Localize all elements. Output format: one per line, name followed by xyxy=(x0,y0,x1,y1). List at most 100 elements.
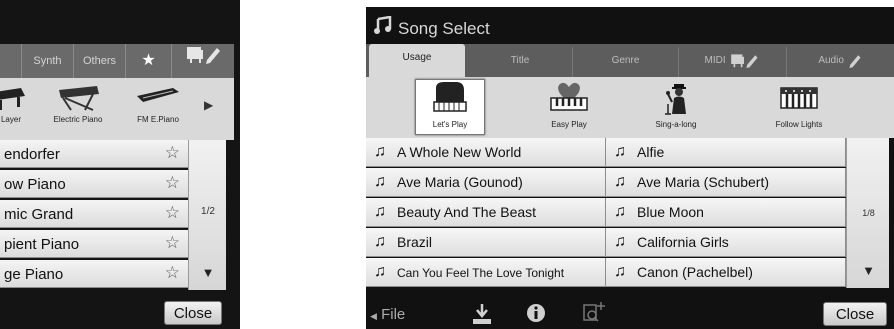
close-button[interactable]: Close xyxy=(164,301,222,325)
page-title: Song Select xyxy=(374,15,490,40)
category-lets-play[interactable]: Let's Play xyxy=(415,79,485,135)
song-name: Alfie xyxy=(637,144,665,160)
tab-genre[interactable]: Genre xyxy=(573,47,679,77)
page-indicator: 1/2 xyxy=(201,206,215,217)
star-icon[interactable]: ☆ xyxy=(165,233,180,253)
category-fm-epiano[interactable]: FM E.Piano xyxy=(126,82,190,124)
electric-piano-icon xyxy=(59,86,99,111)
info-icon[interactable] xyxy=(526,303,546,328)
tab-synth[interactable]: Synth xyxy=(22,44,74,78)
piano-pencil-icon xyxy=(187,47,220,64)
list-item[interactable]: ♫ Alfie xyxy=(606,138,846,167)
heart-keyboard-icon xyxy=(550,82,588,111)
music-note-icon: ♫ xyxy=(374,263,386,280)
category-follow-lights[interactable]: Follow Lights xyxy=(754,80,844,129)
song-name: Brazil xyxy=(397,234,433,250)
category-label: Follow Lights xyxy=(775,120,823,129)
song-name: Canon (Pachelbel) xyxy=(637,264,753,280)
category-easy-play[interactable]: Easy Play xyxy=(529,80,609,129)
grand-piano-icon xyxy=(0,88,25,110)
music-note-icon: ♫ xyxy=(374,173,386,190)
file-button[interactable]: ◀ File xyxy=(370,306,405,323)
voice-name: ow Piano xyxy=(4,176,66,193)
star-icon[interactable]: ☆ xyxy=(165,263,180,283)
tab-audio[interactable]: Audio xyxy=(787,47,894,77)
song-name: Ave Maria (Gounod) xyxy=(397,174,523,190)
voice-category-icons: Layer Electric Piano FM E.Piano ▶ xyxy=(0,78,234,140)
triangle-down-icon[interactable]: ▼ xyxy=(189,265,227,280)
music-note-icon: ♫ xyxy=(374,203,386,220)
tab-label: Audio xyxy=(818,55,844,66)
tab-others[interactable]: Others xyxy=(74,44,126,78)
category-label: Let's Play xyxy=(432,120,468,129)
triangle-right-icon[interactable]: ▶ xyxy=(204,98,213,112)
category-label: Electric Piano xyxy=(53,115,103,124)
list-item[interactable]: ♫ California Girls xyxy=(606,228,846,257)
category-layer[interactable]: Layer xyxy=(0,82,36,124)
voice-select-panel: Synth Others ★ Layer Electric Piano FM E… xyxy=(0,0,240,329)
tab-title[interactable]: Title xyxy=(468,47,573,77)
triangle-left-icon: ◀ xyxy=(370,311,377,321)
music-note-icon: ♫ xyxy=(614,263,626,280)
voice-name: ge Piano xyxy=(4,266,64,283)
title-text: Song Select xyxy=(398,19,490,38)
list-item[interactable]: ge Piano ☆ xyxy=(0,260,188,288)
piano-pencil-icon xyxy=(731,54,759,69)
list-item[interactable]: mic Grand ☆ xyxy=(0,200,188,228)
list-item[interactable]: pient Piano ☆ xyxy=(0,230,188,258)
tab-user-edit[interactable] xyxy=(172,44,234,78)
category-sing-a-long[interactable]: Sing-a-long xyxy=(636,80,716,129)
song-name: California Girls xyxy=(637,234,729,250)
category-electric-piano[interactable]: Electric Piano xyxy=(44,82,112,124)
pencil-icon xyxy=(849,55,861,69)
voice-name: mic Grand xyxy=(4,206,74,223)
music-note-icon: ♫ xyxy=(614,143,626,160)
list-item[interactable]: ow Piano ☆ xyxy=(0,170,188,198)
search-plus-icon[interactable] xyxy=(582,301,608,328)
tab-midi[interactable]: MIDI xyxy=(679,47,787,77)
download-icon[interactable] xyxy=(472,303,492,329)
lit-keyboard-icon xyxy=(780,87,818,109)
singer-icon xyxy=(665,84,686,115)
song-name: Beauty And The Beast xyxy=(397,204,537,220)
category-label: Layer xyxy=(0,115,21,124)
piano-icon xyxy=(433,82,467,112)
list-item[interactable]: ♫ Ave Maria (Schubert) xyxy=(606,168,846,197)
song-tabs: Usage Title Genre MIDI Audio xyxy=(366,44,894,77)
tab-usage[interactable]: Usage xyxy=(369,44,465,77)
list-item[interactable]: endorfer ☆ xyxy=(0,140,188,168)
star-icon: ★ xyxy=(141,52,156,69)
page-scroller[interactable]: 1/2 ▼ xyxy=(188,140,226,290)
song-name: A Whole New World xyxy=(397,144,522,160)
star-icon[interactable]: ☆ xyxy=(165,203,180,223)
page-scroller[interactable]: 1/8 ▼ xyxy=(846,138,889,288)
category-label: Sing-a-long xyxy=(655,120,697,129)
voice-name: endorfer xyxy=(4,146,60,163)
tab-favorite[interactable]: ★ xyxy=(126,44,172,78)
list-item[interactable]: ♫ Can You Feel The Love Tonight xyxy=(366,258,606,287)
star-icon[interactable]: ☆ xyxy=(165,143,180,163)
music-note-icon xyxy=(374,15,392,39)
bottom-bar: ◀ File Close xyxy=(366,299,894,329)
list-item[interactable]: ♫ Ave Maria (Gounod) xyxy=(366,168,606,197)
tab-label: MIDI xyxy=(704,55,726,66)
file-label: File xyxy=(381,306,406,323)
tab-partial[interactable] xyxy=(0,44,22,78)
star-icon[interactable]: ☆ xyxy=(165,173,180,193)
music-note-icon: ♫ xyxy=(374,233,386,250)
close-button[interactable]: Close xyxy=(823,302,887,326)
song-name: Blue Moon xyxy=(637,204,704,220)
song-select-panel: Song Select Usage Title Genre MIDI Audio… xyxy=(366,7,894,329)
list-item[interactable]: ♫ A Whole New World xyxy=(366,138,606,167)
category-tabs: Synth Others ★ xyxy=(0,44,234,78)
list-item[interactable]: ♫ Beauty And The Beast xyxy=(366,198,606,227)
list-item[interactable]: ♫ Brazil xyxy=(366,228,606,257)
voice-list: endorfer ☆ ow Piano ☆ mic Grand ☆ pient Pia… xyxy=(0,140,188,290)
list-item[interactable]: ♫ Canon (Pachelbel) xyxy=(606,258,846,287)
music-note-icon: ♫ xyxy=(614,173,626,190)
song-name: Can You Feel The Love Tonight xyxy=(397,266,565,280)
music-note-icon: ♫ xyxy=(374,143,386,160)
usage-category-icons: Let's Play Easy Play Sing-a-long Follow … xyxy=(366,77,894,138)
list-item[interactable]: ♫ Blue Moon xyxy=(606,198,846,227)
triangle-down-icon[interactable]: ▼ xyxy=(847,263,890,278)
